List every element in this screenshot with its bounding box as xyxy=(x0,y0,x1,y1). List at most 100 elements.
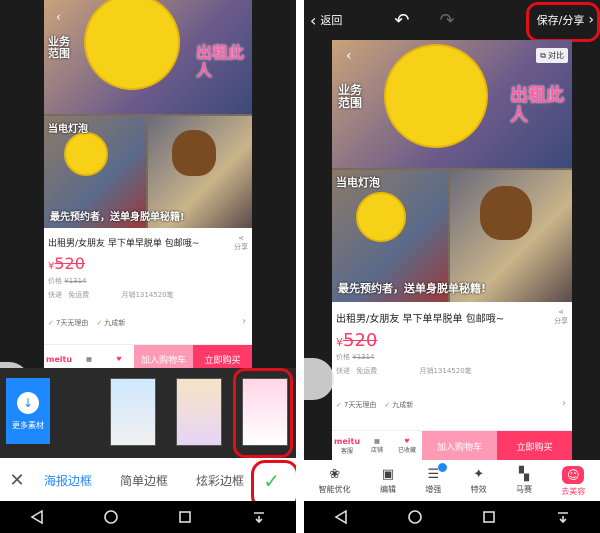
compare-button[interactable]: ⧉ 对比 xyxy=(536,48,568,63)
nav-home-icon[interactable] xyxy=(98,504,124,530)
currency-symbol: ¥ xyxy=(336,336,343,349)
service-scope-text: 业务范围 xyxy=(338,83,363,110)
tab-colorful-frame[interactable]: 炫彩边框 xyxy=(196,472,244,489)
promo-seven-days: 7天无理由 xyxy=(48,318,88,328)
tool-label: 智能优化 xyxy=(318,485,351,494)
share-button[interactable]: ⋖ 分享 xyxy=(234,234,248,252)
price-value: 520 xyxy=(54,254,85,273)
nav-back-icon[interactable] xyxy=(328,504,354,530)
tool-enhance[interactable]: ☰ 增强 xyxy=(425,463,448,495)
store-label: 店铺 xyxy=(370,447,383,454)
back-arrow-icon[interactable]: ‹ xyxy=(346,48,352,64)
photo-top: 业务范围 出租此人 xyxy=(44,0,252,114)
promo-condition: 九成新 xyxy=(96,318,125,328)
store-icon: ▦ xyxy=(86,355,92,363)
customer-service-button[interactable]: meitu 客服 xyxy=(332,431,362,460)
monthly-sales: 月销1314520笔 xyxy=(121,291,174,299)
favorite-label: 已收藏 xyxy=(397,447,416,454)
product-page-preview: 业务范围 出租此人 当电灯泡 最先预约者，送单身脱单秘籍! ‹ ⧉ 对比 出租男… xyxy=(332,40,572,460)
nav-back-icon[interactable] xyxy=(24,504,50,530)
shop-logo[interactable]: meitu xyxy=(44,345,74,370)
share-button[interactable]: ⋖ 分享 xyxy=(554,308,568,326)
tool-effects[interactable]: ✦ 特效 xyxy=(471,467,487,495)
system-nav-bar xyxy=(304,501,600,533)
promo-row[interactable]: 7天无理由 九成新 xyxy=(336,400,413,410)
share-label: 分享 xyxy=(234,243,248,251)
share-label: 分享 xyxy=(554,317,568,325)
delivery-label: 快递 xyxy=(48,291,62,299)
back-label: 返回 xyxy=(320,14,343,27)
original-price: 价格 ¥1314 xyxy=(48,276,87,286)
add-to-cart-button[interactable]: 加入购物车 xyxy=(422,431,497,460)
buy-now-button[interactable]: 立即购买 xyxy=(497,431,572,460)
tab-simple-frame[interactable]: 简单边框 xyxy=(120,472,168,489)
tool-mosaic[interactable]: ▚ 马赛 xyxy=(516,467,532,495)
tab-poster-frame[interactable]: 海报边框 xyxy=(44,472,92,489)
heart-icon: ♥ xyxy=(404,438,410,445)
left-phone-screen: 业务范围 出租此人 当电灯泡 最先预约者，送单身脱单秘籍! ‹ 出租男/女朋友 … xyxy=(0,0,296,533)
store-icon: ▦ xyxy=(374,438,380,445)
product-photo-collage: 业务范围 出租此人 当电灯泡 最先预约者，送单身脱单秘籍! ‹ xyxy=(44,0,252,228)
delivery-value: 免运费 xyxy=(68,291,90,299)
price-value: 520 xyxy=(343,330,378,351)
product-title: 出租男/女朋友 早下单早脱单 包邮哦~ xyxy=(48,239,200,249)
redo-icon[interactable]: ↷ xyxy=(440,10,455,31)
poop-emoji-icon xyxy=(172,130,216,176)
service-scope-text: 业务范围 xyxy=(48,35,70,60)
tool-label: 特效 xyxy=(470,485,487,494)
compare-label: 对比 xyxy=(548,51,564,60)
chevron-right-icon[interactable]: › xyxy=(242,316,246,327)
action-bar: meitu ▦ ♥ 加入购物车 立即购买 xyxy=(44,344,252,370)
chevron-left-icon: ‹ xyxy=(310,10,317,30)
download-icon: ↓ xyxy=(17,391,39,414)
frame-thumbnail[interactable] xyxy=(110,378,156,446)
monthly-sales: 月销1314520笔 xyxy=(419,367,472,375)
promo-seven-days: 7天无理由 xyxy=(336,400,376,410)
action-bar: meitu 客服 ▦ 店铺 ♥ 已收藏 加入购物车 立即购买 xyxy=(332,430,572,460)
highlight-save-share xyxy=(526,2,600,42)
delivery-info: 快递 免运费 月销1314520笔 xyxy=(48,290,248,300)
price: ¥520 xyxy=(336,330,377,351)
service-label: 客服 xyxy=(340,448,353,455)
original-price: 价格 ¥1314 xyxy=(336,352,375,362)
nav-menu-icon[interactable] xyxy=(550,504,576,530)
share-icon: ⋖ xyxy=(558,308,564,316)
tool-label: 马赛 xyxy=(515,485,532,494)
delivery-label: 快递 xyxy=(336,367,350,375)
favorite-button[interactable]: ♥ xyxy=(104,345,134,370)
tool-edit[interactable]: ▣ 编辑 xyxy=(380,467,396,495)
store-button[interactable]: ▦ xyxy=(74,345,104,370)
edit-icon: ▣ xyxy=(381,467,395,482)
frame-thumbnail[interactable] xyxy=(176,378,222,446)
mosaic-icon: ▚ xyxy=(518,467,529,482)
undo-icon[interactable]: ↶ xyxy=(394,10,409,31)
heart-eyes-emoji-icon xyxy=(64,132,108,176)
more-materials-button[interactable]: ↓ 更多素材 xyxy=(6,378,50,444)
favorite-button[interactable]: ♥ 已收藏 xyxy=(392,431,422,460)
back-arrow-icon[interactable]: ‹ xyxy=(56,10,61,24)
nav-recents-icon[interactable] xyxy=(172,504,198,530)
tool-smart-optimize[interactable]: ❀ 智能优化 xyxy=(319,467,351,495)
original-price-label: 价格 xyxy=(48,277,62,285)
store-button[interactable]: ▦ 店铺 xyxy=(362,431,392,460)
lotus-icon: ❀ xyxy=(329,467,341,482)
add-to-cart-button[interactable]: 加入购物车 xyxy=(134,345,193,370)
promo-row[interactable]: 7天无理由 九成新 xyxy=(48,318,125,328)
editor-toolbar: ❀ 智能优化 ▣ 编辑 ☰ 增强 ✦ 特效 ▚ 马赛 ☺ 去美容 xyxy=(304,460,600,502)
promo-condition: 九成新 xyxy=(384,400,413,410)
close-icon[interactable]: ✕ xyxy=(4,470,30,491)
compare-slider-handle[interactable] xyxy=(304,358,334,400)
tool-beautify[interactable]: ☺ 去美容 xyxy=(561,465,585,497)
nav-menu-icon[interactable] xyxy=(246,504,272,530)
nav-home-icon[interactable] xyxy=(402,504,428,530)
original-price-value: ¥1314 xyxy=(352,353,375,361)
buy-now-button[interactable]: 立即购买 xyxy=(193,345,252,370)
new-badge-icon xyxy=(438,463,448,472)
chevron-right-icon[interactable]: › xyxy=(562,398,566,409)
price: ¥520 xyxy=(48,254,85,273)
nav-recents-icon[interactable] xyxy=(476,504,502,530)
share-icon: ⋖ xyxy=(238,234,244,242)
poop-emoji-icon xyxy=(480,186,532,240)
back-button[interactable]: ‹ 返回 xyxy=(310,11,342,30)
for-rent-text: 出租此人 xyxy=(510,85,564,126)
